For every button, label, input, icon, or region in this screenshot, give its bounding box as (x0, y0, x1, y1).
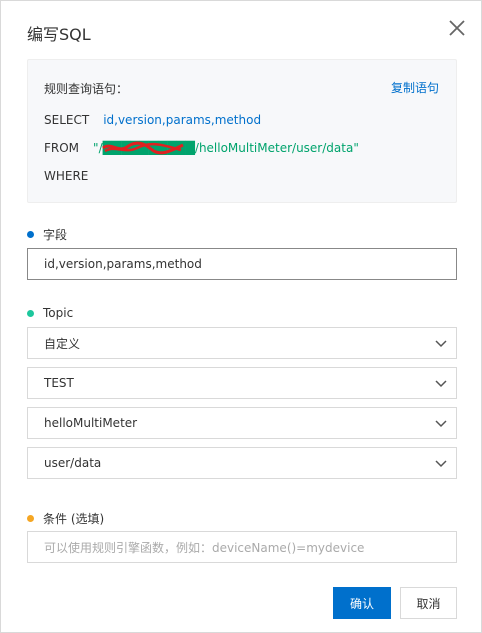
topic-select-2-value: TEST (44, 376, 74, 390)
condition-label-text: 条件 (选填) (43, 512, 105, 526)
sql-select-value: id,version,params,method (103, 113, 262, 127)
sql-from-value: "/██████████/helloMultiMeter/user/data" (93, 141, 359, 155)
fields-input[interactable]: id,version,params,method (27, 248, 457, 280)
topic-select-1[interactable]: 自定义 (27, 327, 457, 359)
condition-input-placeholder: 可以使用规则引擎函数，例如：deviceName()=mydevice (44, 540, 365, 555)
condition-input[interactable]: 可以使用规则引擎函数，例如：deviceName()=mydevice (27, 531, 457, 563)
fields-input-value: id,version,params,method (44, 257, 202, 271)
dialog-title: 编写SQL (27, 25, 91, 44)
sql-select-keyword: SELECT (44, 113, 90, 127)
sql-where-keyword: WHERE (44, 169, 89, 183)
topic-select-4[interactable]: user/data (27, 447, 457, 479)
condition-section-label: 条件 (选填) (27, 510, 104, 527)
fields-dot-icon (27, 231, 34, 238)
chevron-down-icon (435, 460, 447, 468)
redaction-scribble (102, 141, 184, 155)
copy-statement-link[interactable]: 复制语句 (391, 79, 439, 96)
topic-select-1-value: 自定义 (44, 336, 81, 351)
confirm-button[interactable]: 确认 (333, 587, 391, 619)
topic-select-3[interactable]: helloMultiMeter (27, 407, 457, 439)
edit-sql-dialog: 编写SQL 规则查询语句： 复制语句 SELECT id,version,para… (0, 0, 482, 633)
chevron-down-icon (435, 420, 447, 428)
sql-preview-header: 规则查询语句： (44, 82, 129, 96)
topic-select-2[interactable]: TEST (27, 367, 457, 399)
condition-dot-icon (27, 515, 34, 522)
topic-select-4-value: user/data (44, 456, 102, 470)
sql-from-keyword: FROM (44, 141, 80, 155)
fields-label-text: 字段 (43, 228, 68, 242)
sql-from-line: FROM "/██████████/helloMultiMeter/user/da… (44, 141, 359, 155)
fields-section-label: 字段 (27, 226, 67, 243)
cancel-button[interactable]: 取消 (400, 587, 457, 619)
topic-label-text: Topic (43, 306, 74, 320)
sql-select-line: SELECT id,version,params,method (44, 113, 261, 127)
sql-where-line: WHERE (44, 169, 88, 183)
topic-select-3-value: helloMultiMeter (44, 416, 138, 430)
topic-section-label: Topic (27, 306, 73, 320)
sql-preview-panel: 规则查询语句： 复制语句 SELECT id,version,params,met… (27, 59, 457, 203)
topic-dot-icon (27, 309, 34, 317)
chevron-down-icon (435, 340, 447, 348)
chevron-down-icon (435, 380, 447, 388)
close-icon[interactable] (445, 16, 469, 40)
